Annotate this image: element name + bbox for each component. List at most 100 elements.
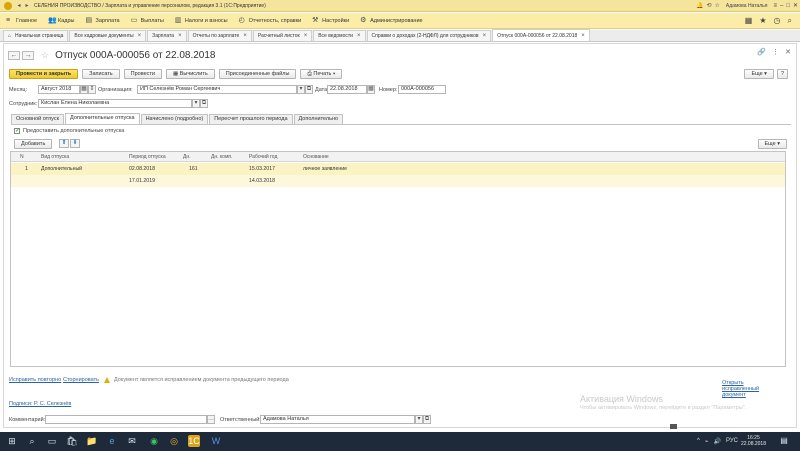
store-icon[interactable]: 🛍: [66, 435, 78, 447]
column-header[interactable]: Основание: [303, 154, 329, 160]
close-tab-icon[interactable]: ×: [483, 33, 487, 39]
organization-field[interactable]: ИП Селезнёв Роман Сергеевич: [137, 85, 297, 94]
calculate-button[interactable]: ▦ Вычислить: [166, 69, 215, 79]
work-year-to-cell[interactable]: 14.03.2018: [249, 178, 275, 184]
help-button[interactable]: ?: [776, 69, 788, 79]
column-header[interactable]: Дн.: [183, 154, 191, 160]
work-year-from-cell[interactable]: 15.03.2017: [249, 166, 275, 172]
menu-item-admin[interactable]: ⚙ Администрирование: [360, 17, 422, 24]
notification-icon[interactable]: 🔔: [696, 2, 703, 9]
notifications-icon[interactable]: ▤: [778, 435, 790, 447]
window-tab[interactable]: Справки о доходах (2-НДФЛ) для сотрудник…: [366, 30, 492, 41]
1c-enterprise-icon[interactable]: 1С: [188, 435, 200, 447]
calendar-icon[interactable]: ▦: [80, 85, 88, 94]
responsible-field[interactable]: Адамова Наталья: [260, 415, 415, 424]
arrow-left-icon[interactable]: ◂: [15, 2, 23, 10]
menu-dots-icon[interactable]: ≡: [773, 3, 777, 9]
star-icon[interactable]: ★: [759, 16, 766, 26]
close-icon[interactable]: ✕: [793, 2, 798, 9]
whatsapp-icon[interactable]: ◉: [148, 435, 160, 447]
comment-field[interactable]: [45, 415, 207, 424]
table-row[interactable]: 1 Дополнительный 02.08.2018 161 15.03.20…: [11, 163, 785, 175]
number-field[interactable]: 000А-000056: [398, 85, 446, 94]
menu-item-settings[interactable]: ⚒ Настройки: [312, 17, 349, 24]
word-icon[interactable]: W: [210, 435, 222, 447]
employee-field[interactable]: Кислан Елена Николаевна: [38, 99, 192, 108]
chevron-down-icon[interactable]: ▾: [415, 415, 423, 424]
days-cell[interactable]: 161: [189, 166, 198, 172]
date-field[interactable]: 22.08.2018: [327, 85, 367, 94]
basis-cell[interactable]: личное заявление: [303, 166, 347, 172]
period-from-cell[interactable]: 02.08.2018: [129, 166, 155, 172]
windows-start-icon[interactable]: ⊞: [6, 435, 18, 447]
explorer-icon[interactable]: 📁: [86, 435, 98, 447]
menu-item-main[interactable]: ≡ Главное: [6, 17, 37, 24]
open-icon[interactable]: ⧉: [200, 99, 208, 108]
chevron-down-icon[interactable]: ▾: [192, 99, 200, 108]
more-vertical-icon[interactable]: ⋮: [772, 48, 779, 56]
window-tab[interactable]: Отчеты по зарплате ×: [187, 30, 252, 41]
arrow-right-icon[interactable]: ▸: [23, 2, 31, 10]
move-up-icon[interactable]: ⬆: [59, 139, 69, 148]
window-tab[interactable]: Расчетный листок ×: [252, 30, 313, 41]
menu-item-hr[interactable]: 👥 Кадры: [48, 17, 74, 24]
menu-item-reports[interactable]: ◴ Отчетность, справки: [239, 17, 302, 24]
close-tab-icon[interactable]: ×: [304, 33, 308, 39]
close-tab-icon[interactable]: ×: [357, 33, 361, 39]
open-corrected-document-link[interactable]: Открыть исправленный документ: [722, 380, 782, 398]
tab-accrued-detailed[interactable]: Начислено (подробно): [140, 114, 209, 124]
column-header[interactable]: Дн. комп.: [211, 154, 232, 160]
more-button[interactable]: Еще ▾: [744, 69, 774, 79]
save-button[interactable]: Записать: [82, 69, 120, 79]
vacation-type-cell[interactable]: Дополнительный: [41, 166, 82, 172]
post-and-close-button[interactable]: Провести и закрыть: [9, 69, 79, 79]
reverse-link[interactable]: Сторнировать: [63, 377, 99, 383]
column-header[interactable]: N: [20, 154, 24, 160]
minimize-icon[interactable]: –: [780, 3, 783, 9]
move-down-icon[interactable]: ⬇: [70, 139, 80, 148]
current-user[interactable]: Адамова Наталья: [726, 3, 768, 9]
provide-additional-checkbox[interactable]: ✓: [14, 128, 20, 134]
tab-additional-vacations[interactable]: Дополнительные отпуска: [65, 113, 140, 124]
menu-item-payouts[interactable]: ▭ Выплаты: [131, 17, 164, 24]
history-icon[interactable]: ◷: [774, 16, 781, 26]
favorite-star-icon[interactable]: ☆: [41, 50, 49, 61]
chevron-down-icon[interactable]: ▾: [297, 85, 305, 94]
column-header[interactable]: Вид отпуска: [41, 154, 69, 160]
search-icon[interactable]: ⌕: [788, 16, 792, 26]
volume-icon[interactable]: 🔊: [714, 438, 721, 445]
table-row-continuation[interactable]: 17.01.2019 14.03.2018: [11, 175, 785, 187]
close-tab-icon[interactable]: ×: [178, 33, 182, 39]
mail-icon[interactable]: ✉: [126, 435, 138, 447]
up-arrow-icon[interactable]: ^: [697, 438, 700, 445]
window-tab-home[interactable]: ⌂ Начальная страница: [3, 30, 69, 41]
open-icon[interactable]: ⧉: [305, 85, 313, 94]
grid-apps-icon[interactable]: ▦: [745, 16, 753, 26]
tab-main-vacation[interactable]: Основной отпуск: [11, 114, 65, 124]
window-tab[interactable]: Все ведомости ×: [313, 30, 366, 41]
column-header[interactable]: Период отпуска: [129, 154, 166, 160]
close-tab-icon[interactable]: ×: [581, 33, 585, 39]
search-icon[interactable]: ⌕: [26, 435, 38, 447]
menu-item-taxes[interactable]: ▥ Налоги и взносы: [175, 17, 228, 24]
close-tab-icon[interactable]: ×: [138, 33, 142, 39]
spin-icon[interactable]: ⇕: [88, 85, 96, 94]
language-indicator[interactable]: РУС: [726, 438, 738, 445]
maximize-icon[interactable]: □: [786, 3, 790, 9]
link-icon[interactable]: 🔗: [757, 48, 766, 56]
tab-additional[interactable]: Дополнительно: [293, 114, 344, 124]
edge-icon[interactable]: e: [106, 435, 118, 447]
close-form-icon[interactable]: ✕: [785, 48, 791, 56]
attached-files-button[interactable]: Присоединенные файлы: [218, 69, 297, 79]
calendar-icon[interactable]: ▦: [367, 85, 375, 94]
print-button[interactable]: ⎙ Печать ▾: [300, 69, 343, 79]
grid-more-button[interactable]: Еще ▾: [757, 139, 787, 149]
column-header[interactable]: Рабочий год: [249, 154, 277, 160]
history-icon[interactable]: ⟲: [707, 2, 712, 9]
clock[interactable]: 16:25 22.08.2018: [741, 435, 766, 447]
window-tab[interactable]: Все кадровые документы ×: [69, 30, 147, 41]
task-view-icon[interactable]: ▭: [46, 435, 58, 447]
signatures-link[interactable]: Подписи: Р. С. Селезнёв: [9, 401, 71, 407]
chrome-icon[interactable]: ◎: [168, 435, 180, 447]
tab-recalculation[interactable]: Пересчет прошлого периода: [209, 114, 293, 124]
